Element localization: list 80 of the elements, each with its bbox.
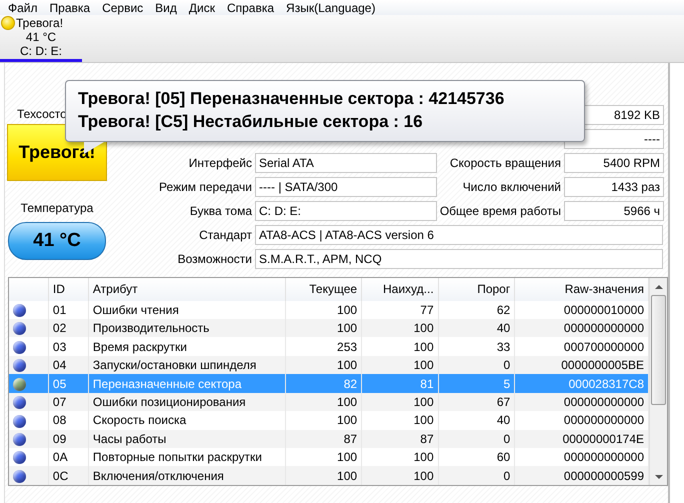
menu-item[interactable]: Сервис <box>97 0 150 14</box>
table-cell: 07 <box>48 392 88 412</box>
table-cell: 100 <box>285 466 362 485</box>
table-cell: 100 <box>285 392 362 412</box>
table-cell: 87 <box>285 430 362 448</box>
table-cell: 02 <box>48 318 88 338</box>
table-cell: 100 <box>362 356 438 374</box>
field-label: Интерфейс <box>188 155 253 172</box>
table-cell: 000000000000 <box>514 392 648 412</box>
column-header[interactable]: Текущее <box>285 278 362 301</box>
menu-item[interactable]: Файл <box>3 0 45 14</box>
field-value: 5966 ч <box>564 201 664 221</box>
field-label: Режим передачи <box>158 179 253 196</box>
table-row[interactable]: 02 Производительность 100 100 40 000000000000 <box>9 318 648 338</box>
table-cell: 100 <box>362 392 438 412</box>
column-header[interactable]: Порог <box>438 278 515 301</box>
column-header[interactable]: Атрибут <box>88 278 285 301</box>
table-cell: 100 <box>362 466 438 485</box>
table-cell: 0000000005BE <box>514 356 648 374</box>
table-cell: 100 <box>285 318 362 338</box>
table-cell: 000028317C8 <box>514 374 648 393</box>
menu-item[interactable]: Диск <box>184 0 222 14</box>
field-value: ---- | SATA/300 <box>255 177 437 197</box>
table-cell: Запуски/остановки шпинделя <box>88 356 285 374</box>
table-cell: 87 <box>362 430 438 448</box>
table-cell: 05 <box>48 374 88 393</box>
field-value: 1433 раз <box>564 177 664 197</box>
scroll-thumb[interactable] <box>651 295 666 405</box>
field-value: S.M.A.R.T., APM, NCQ <box>255 249 663 269</box>
temperature-badge[interactable]: 41 °C <box>8 222 106 260</box>
table-cell: 000000000599 <box>514 466 648 485</box>
menu-item[interactable]: Справка <box>222 0 282 14</box>
alert-message: Тревога! [05] Переназначенные сектора : 42145736 <box>78 88 506 110</box>
column-header[interactable]: ID <box>48 278 88 301</box>
table-cell: 81 <box>362 374 438 393</box>
field-label: Возможности <box>176 251 253 268</box>
scroll-down-icon[interactable] <box>654 474 662 478</box>
table-cell: 0C <box>48 466 88 485</box>
table-cell: 0 <box>438 356 515 374</box>
field-label: Число включений <box>462 179 562 196</box>
disk-status: Тревога! <box>16 16 64 30</box>
table-row[interactable]: 09 Часы работы 87 87 0 00000000174E <box>9 430 648 448</box>
field-value: C: D: E: <box>255 201 437 221</box>
field-label: Скорость вращения <box>448 155 562 172</box>
health-label: Техсосто <box>17 107 67 121</box>
menu-item[interactable]: Язык(Language) <box>281 0 382 14</box>
field-value: ATA8-ACS | ATA8-ACS version 6 <box>255 225 663 245</box>
menu-item[interactable]: Вид <box>150 0 184 14</box>
table-row[interactable]: 0C Включения/отключения 100 100 0 000000000599 <box>9 466 648 485</box>
table-cell: 100 <box>285 356 362 374</box>
table-cell: Производительность <box>88 318 285 338</box>
table-row[interactable]: 07 Ошибки позиционирования 100 100 67 000000000000 <box>9 392 648 412</box>
table-cell: 00000000174E <box>514 430 648 448</box>
table-cell: 82 <box>285 374 362 393</box>
disk-temperature: 41 °C <box>24 30 58 44</box>
field-label: Стандарт <box>198 227 253 244</box>
table-cell: Включения/отключения <box>88 466 285 485</box>
table-cell: Переназначенные сектора <box>88 374 285 393</box>
column-header[interactable]: Raw-значения <box>514 278 648 301</box>
column-header[interactable]: Наихуд... <box>362 278 438 301</box>
field-value: 5400 RPM <box>564 153 664 173</box>
temperature-label: Температура <box>20 201 94 215</box>
table-cell: 09 <box>48 430 88 448</box>
field-label: Буква тома <box>188 203 253 220</box>
table-row[interactable]: 04 Запуски/остановки шпинделя 100 100 0 0000000005BE <box>9 356 648 374</box>
table-cell: 000000000000 <box>514 318 648 338</box>
disk-drives: C: D: E: <box>18 44 63 58</box>
table-cell: 5 <box>438 374 515 393</box>
field-value: Serial ATA <box>255 153 437 173</box>
table-cell: Ошибки позиционирования <box>88 392 285 412</box>
scroll-up-icon[interactable] <box>654 284 662 288</box>
menu-item[interactable]: Правка <box>44 0 98 14</box>
table-cell: 40 <box>438 318 515 338</box>
table-cell: 04 <box>48 356 88 374</box>
table-cell: 67 <box>438 392 515 412</box>
table-cell: Часы работы <box>88 430 285 448</box>
table-cell: 100 <box>362 318 438 338</box>
field-label: Общее время работы <box>438 203 562 220</box>
table-cell: 0 <box>438 430 515 448</box>
table-cell: 0 <box>438 466 515 485</box>
